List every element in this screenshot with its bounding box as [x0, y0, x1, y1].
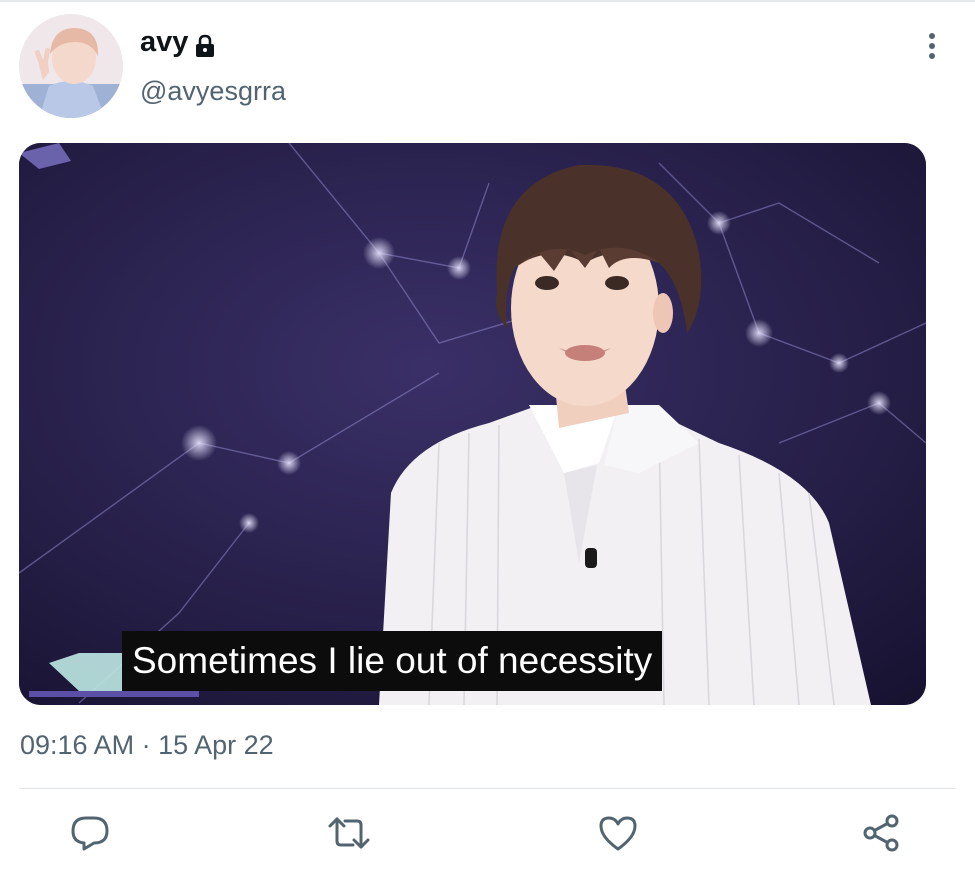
user-handle[interactable]: @avyesgrra	[140, 74, 286, 108]
like-button[interactable]	[596, 812, 640, 858]
top-border	[0, 0, 975, 2]
more-options-button[interactable]	[916, 30, 948, 66]
reply-button[interactable]	[68, 812, 112, 858]
lock-icon	[194, 31, 216, 57]
more-vertical-icon	[926, 31, 938, 66]
avatar[interactable]	[19, 14, 123, 118]
retweet-button[interactable]	[327, 812, 371, 858]
heart-icon	[597, 813, 639, 858]
retweet-icon	[327, 813, 371, 858]
tweet-media-image[interactable]: Sometimes I lie out of necessity	[19, 143, 926, 705]
reply-icon	[70, 813, 110, 858]
share-button[interactable]	[859, 812, 903, 858]
display-name[interactable]: avy	[140, 24, 216, 60]
media-illustration	[19, 143, 926, 705]
tweet-timestamp[interactable]: 09:16 AM · 15 Apr 22	[20, 728, 274, 762]
display-name-text: avy	[140, 26, 189, 58]
divider	[19, 788, 956, 789]
video-caption: Sometimes I lie out of necessity	[122, 631, 663, 691]
share-icon	[861, 813, 901, 858]
